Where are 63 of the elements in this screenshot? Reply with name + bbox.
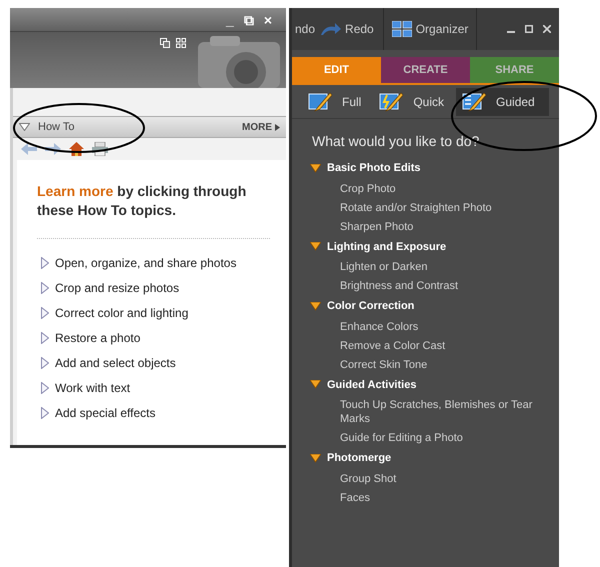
redo-arrow-icon bbox=[321, 23, 342, 35]
activity-link[interactable]: Crop Photo bbox=[340, 182, 553, 196]
caret-icon bbox=[275, 124, 280, 130]
activity-link[interactable]: Touch Up Scratches, Blemishes or Tear Marks bbox=[340, 398, 553, 426]
panel-header[interactable]: How To MORE bbox=[13, 116, 286, 138]
window-view-icon[interactable] bbox=[160, 38, 170, 48]
topic-link[interactable]: Correct color and lighting bbox=[55, 304, 188, 322]
expanded-triangle-icon bbox=[19, 123, 30, 131]
topic-link[interactable]: Open, organize, and share photos bbox=[55, 254, 236, 272]
topic-link[interactable]: Restore a photo bbox=[55, 328, 140, 346]
activity-link[interactable]: Group Shot bbox=[340, 472, 553, 486]
panel-title: How To bbox=[38, 120, 74, 135]
arrow-icon bbox=[41, 356, 49, 368]
redo-button[interactable]: Redo bbox=[318, 8, 377, 50]
arrow-icon bbox=[41, 306, 49, 318]
topic-link[interactable]: Work with text bbox=[55, 378, 130, 396]
group-heading: Basic Photo Edits bbox=[327, 161, 421, 176]
topic-link[interactable]: Add and select objects bbox=[55, 354, 176, 372]
section-heading: What would you like to do? bbox=[312, 132, 480, 151]
arrow-icon bbox=[41, 406, 49, 418]
grid-view-icon[interactable] bbox=[176, 38, 186, 48]
organizer-button[interactable]: Organizer bbox=[382, 8, 478, 50]
intro-text: Learn more by clicking through these How To topics. bbox=[37, 182, 248, 220]
back-arrow-icon[interactable] bbox=[21, 143, 37, 155]
pencil-icon bbox=[308, 90, 332, 112]
activity-link[interactable]: Correct Skin Tone bbox=[340, 358, 553, 372]
forward-arrow-icon[interactable] bbox=[45, 143, 61, 155]
group-heading: Lighting and Exposure bbox=[327, 240, 446, 254]
arrow-icon bbox=[41, 256, 49, 268]
group-heading: Photomerge bbox=[327, 451, 392, 466]
print-icon[interactable] bbox=[92, 142, 108, 156]
close-icon[interactable] bbox=[543, 25, 551, 33]
undo-button[interactable]: ndo bbox=[292, 8, 318, 50]
activity-link[interactable]: Lighten or Darken bbox=[340, 260, 553, 274]
arrow-icon bbox=[41, 382, 49, 394]
pencil-icon bbox=[379, 90, 404, 112]
home-icon[interactable] bbox=[69, 142, 84, 156]
group-heading: Color Correction bbox=[327, 299, 414, 314]
activity-link[interactable]: Enhance Colors bbox=[340, 320, 553, 334]
activity-link[interactable]: Brightness and Contrast bbox=[340, 279, 553, 293]
grid-icon bbox=[392, 21, 412, 37]
arrow-icon bbox=[41, 282, 49, 294]
expanded-triangle-icon[interactable] bbox=[310, 454, 321, 463]
arrow-icon bbox=[41, 332, 49, 344]
activity-link[interactable]: Remove a Color Cast bbox=[340, 338, 553, 352]
mode-tab[interactable]: CREATE bbox=[381, 57, 470, 83]
more-button[interactable]: MORE bbox=[242, 120, 280, 134]
group-heading: Guided Activities bbox=[327, 378, 416, 392]
expanded-triangle-icon[interactable] bbox=[310, 164, 321, 173]
topic-link[interactable]: Add special effects bbox=[55, 404, 156, 422]
activity-link[interactable]: Guide for Editing a Photo bbox=[340, 431, 553, 445]
edit-mode-tab[interactable]: Quick bbox=[373, 88, 450, 116]
edit-mode-tab[interactable]: Full bbox=[302, 88, 368, 116]
activity-link[interactable]: Sharpen Photo bbox=[340, 220, 553, 234]
edit-mode-tab[interactable]: Guided bbox=[456, 88, 549, 116]
topic-link[interactable]: Crop and resize photos bbox=[55, 278, 180, 296]
pencil-icon bbox=[462, 90, 486, 112]
maximize-icon[interactable] bbox=[525, 25, 533, 33]
activity-link[interactable]: Rotate and/or Straighten Photo bbox=[340, 200, 553, 214]
expanded-triangle-icon[interactable] bbox=[310, 302, 321, 311]
expanded-triangle-icon[interactable] bbox=[310, 242, 321, 252]
expanded-triangle-icon[interactable] bbox=[310, 380, 321, 390]
activity-link[interactable]: Faces bbox=[340, 490, 553, 504]
